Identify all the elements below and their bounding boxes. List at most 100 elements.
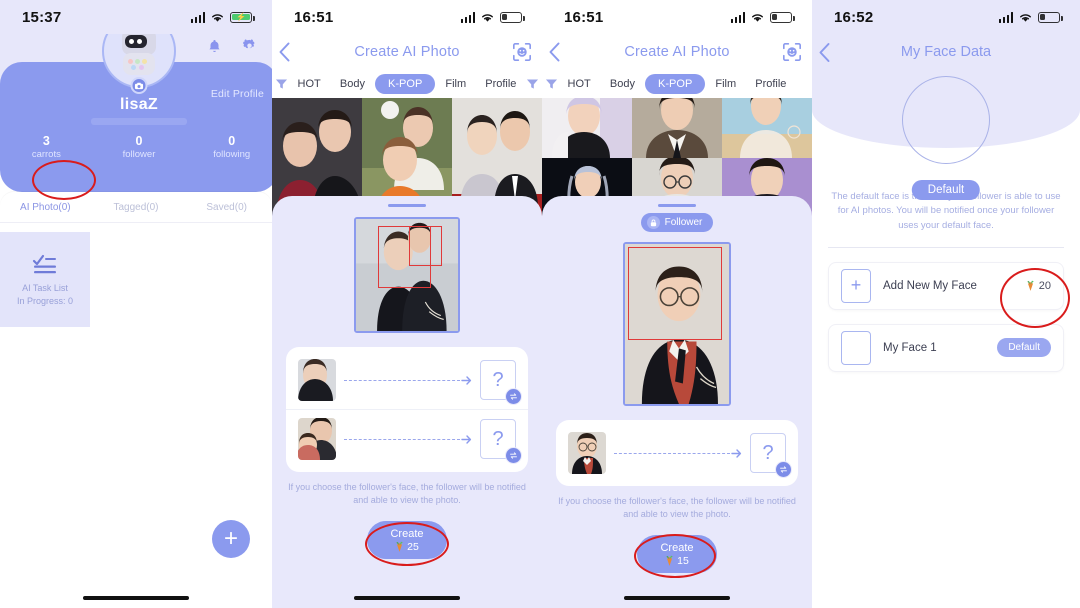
category-hot[interactable]: HOT (559, 75, 600, 93)
default-face-badge: Default (911, 180, 981, 200)
category-film[interactable]: Film (436, 75, 475, 93)
wifi-icon (482, 13, 493, 22)
battery-icon (1038, 11, 1063, 23)
swap-icon[interactable] (775, 461, 792, 478)
default-face-avatar[interactable] (902, 76, 990, 164)
face-detection-box (409, 225, 442, 267)
category-profile[interactable]: Profile (746, 75, 795, 93)
filter-icon[interactable] (275, 78, 288, 90)
template-thumbnail[interactable] (722, 98, 812, 158)
checklist-icon (32, 254, 56, 273)
my-face-row[interactable]: My Face 1 Default (828, 323, 1064, 372)
source-face-thumbnail[interactable] (298, 418, 336, 460)
status-indicators (460, 11, 525, 23)
cellular-signal-icon (998, 11, 1013, 23)
category-kpop[interactable]: K-POP (375, 74, 436, 94)
page-title: Create AI Photo (354, 44, 460, 60)
template-thumbnail[interactable] (632, 98, 722, 158)
ai-task-list-card[interactable]: AI Task List In Progress: 0 (0, 232, 90, 327)
target-face-placeholder[interactable]: ? (750, 433, 792, 478)
profile-tabs: AI Photo(0) Tagged(0) Saved(0) (0, 192, 272, 222)
create-label: Create (660, 541, 694, 554)
empty-thumb-icon (841, 330, 871, 365)
face-swap-row[interactable]: ? (556, 424, 798, 482)
tab-tagged[interactable]: Tagged(0) (91, 202, 182, 213)
question-mark: ? (492, 427, 504, 450)
create-button[interactable]: Create 15 (637, 535, 717, 574)
back-icon[interactable] (818, 42, 831, 63)
follower-notice: If you choose the follower's face, the f… (288, 482, 526, 506)
carrot-icon (396, 541, 403, 552)
gear-icon[interactable] (241, 38, 258, 55)
status-bar: 16:52 (812, 0, 1080, 34)
task-card-subtitle: In Progress: 0 (16, 295, 74, 306)
cellular-signal-icon (730, 11, 745, 23)
category-body[interactable]: Body (601, 75, 644, 93)
sheet-grabber[interactable] (388, 204, 426, 207)
bell-icon[interactable] (206, 38, 223, 55)
question-mark: ? (762, 441, 774, 464)
status-time: 16:52 (834, 8, 874, 26)
screenshot-root: 15:37 ⚡ Edit Profile lisaZ 3 carrots 0 f… (0, 0, 1080, 608)
target-face-placeholder[interactable]: ? (480, 360, 522, 405)
carrot-icon (666, 555, 673, 566)
target-face-placeholder[interactable]: ? (480, 419, 522, 464)
selected-template-preview[interactable] (623, 242, 731, 406)
face-swap-row[interactable]: ? (286, 351, 528, 409)
wifi-icon (1020, 13, 1031, 22)
plus-icon: + (841, 268, 871, 303)
battery-icon (770, 11, 795, 23)
stat-label: following (213, 149, 251, 160)
cost-value: 25 (407, 540, 419, 553)
create-label: Create (390, 527, 424, 540)
task-card-title: AI Task List (22, 282, 68, 293)
category-body[interactable]: Body (331, 75, 374, 93)
face-scan-icon[interactable] (782, 42, 802, 62)
wifi-icon (212, 13, 223, 22)
camera-badge-icon[interactable] (130, 77, 148, 94)
template-thumbnail[interactable] (542, 98, 632, 158)
battery-icon (500, 11, 525, 23)
add-new-face-row[interactable]: + Add New My Face 20 (828, 261, 1064, 310)
source-face-thumbnail[interactable] (298, 359, 336, 401)
selected-template-preview[interactable] (354, 217, 460, 333)
category-film[interactable]: Film (706, 75, 745, 93)
stat-follower[interactable]: 0 follower (93, 134, 186, 160)
panel-my-face-data: 16:52 My Face Data Default The default f… (812, 0, 1080, 608)
filter-icon[interactable] (526, 78, 539, 90)
bottom-sheet: Follower ? If you choose the follower's … (542, 196, 812, 608)
category-kpop[interactable]: K-POP (645, 74, 706, 94)
sheet-grabber[interactable] (658, 204, 696, 207)
tab-saved[interactable]: Saved(0) (181, 202, 272, 213)
status-bar: 15:37 ⚡ (0, 0, 272, 34)
follower-notice: If you choose the follower's face, the f… (558, 496, 796, 520)
bottom-sheet: ? ? If you choose the follower's face, t… (272, 196, 542, 608)
question-mark: ? (492, 368, 504, 391)
category-hot[interactable]: HOT (289, 75, 330, 93)
category-profile[interactable]: Profile (476, 75, 525, 93)
stat-carrots[interactable]: 3 carrots (0, 134, 93, 160)
create-button[interactable]: Create 25 (367, 521, 447, 560)
swap-icon[interactable] (505, 447, 522, 464)
panel-profile: 15:37 ⚡ Edit Profile lisaZ 3 carrots 0 f… (0, 0, 272, 608)
lock-icon (646, 216, 660, 229)
swap-icon[interactable] (505, 388, 522, 405)
back-icon[interactable] (278, 42, 291, 63)
nav-bar: Create AI Photo (542, 34, 812, 70)
row-label: Add New My Face (883, 279, 977, 292)
padlock-glyph (650, 219, 656, 226)
face-swap-row[interactable]: ? (286, 409, 528, 468)
stat-following[interactable]: 0 following (185, 134, 272, 160)
tab-ai-photo[interactable]: AI Photo(0) (0, 202, 91, 213)
cost-value: 15 (677, 554, 689, 567)
face-scan-icon[interactable] (512, 42, 532, 62)
status-bar: 16:51 (542, 0, 812, 34)
add-button[interactable]: + (212, 520, 250, 558)
status-time: 16:51 (564, 8, 604, 26)
profile-bio-blurred (0, 118, 272, 125)
filter-icon[interactable] (545, 78, 558, 90)
carrot-icon (1027, 280, 1034, 292)
status-indicators (998, 11, 1063, 23)
source-face-thumbnail[interactable] (568, 432, 606, 474)
back-icon[interactable] (548, 42, 561, 63)
